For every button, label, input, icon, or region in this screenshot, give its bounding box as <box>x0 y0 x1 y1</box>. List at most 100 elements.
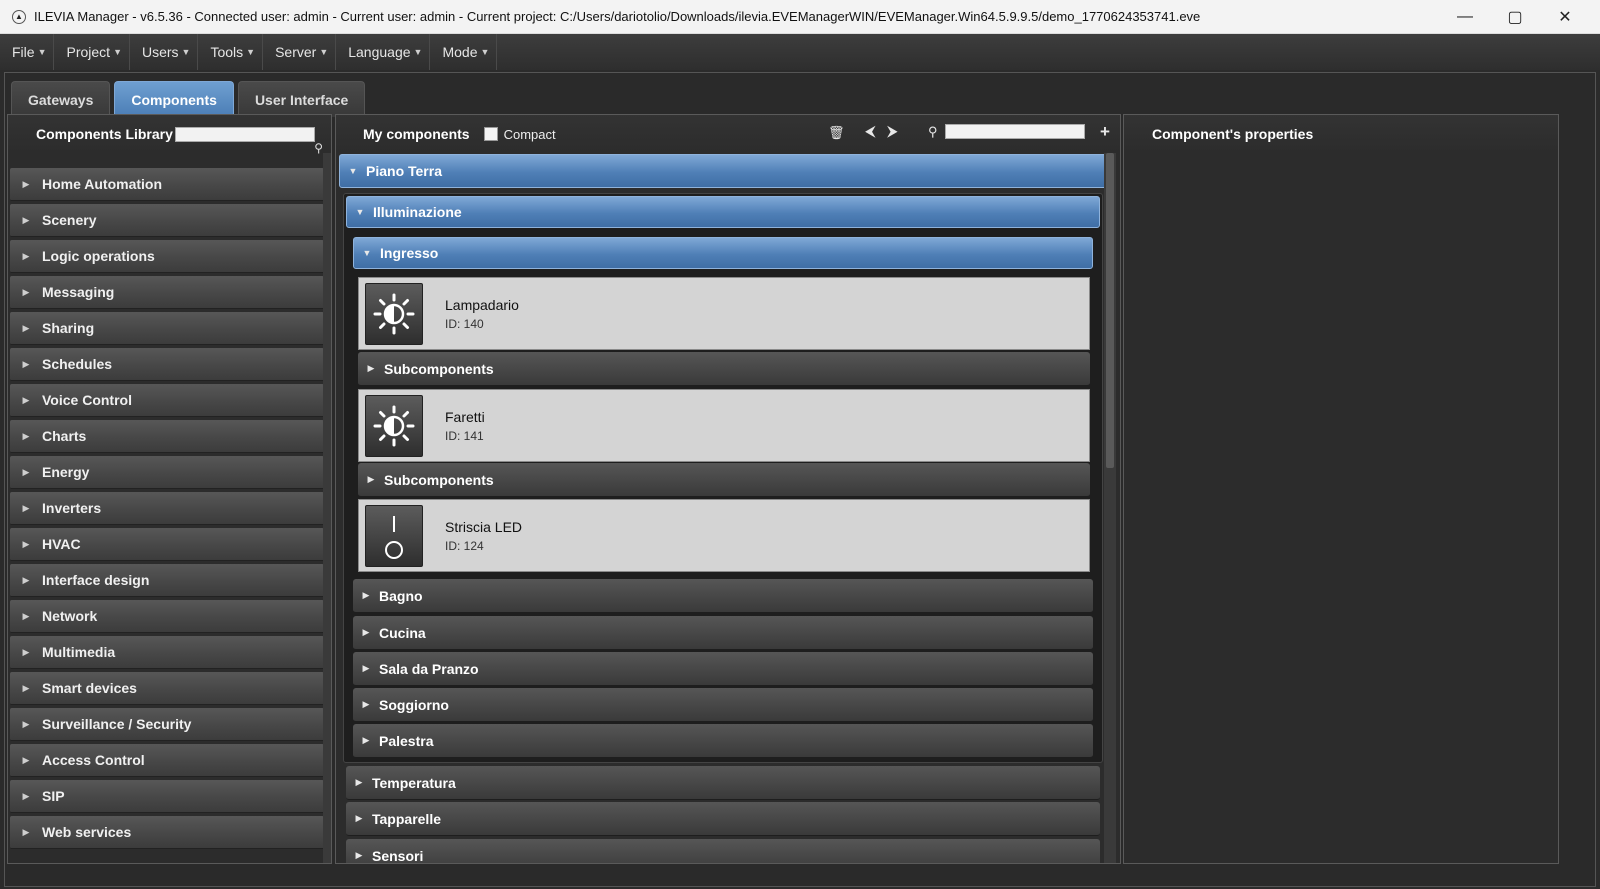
library-item-label: Surveillance / Security <box>42 716 192 732</box>
library-item-scenery[interactable]: ▶ Scenery <box>10 204 324 237</box>
window-title-bar: ▲ ILEVIA Manager - v6.5.36 - Connected u… <box>0 0 1600 34</box>
library-item-label: Home Automation <box>42 176 163 192</box>
sun-icon <box>365 282 423 345</box>
library-item-network[interactable]: ▶ Network <box>10 600 324 633</box>
subcomponents-toggle[interactable]: ▶ Subcomponents <box>358 352 1090 386</box>
library-item-smart-devices[interactable]: ▶ Smart devices <box>10 672 324 705</box>
menu-server[interactable]: Server ▼ <box>263 34 337 70</box>
library-item-schedules[interactable]: ▶ Schedules <box>10 348 324 381</box>
chevron-right-icon: ▶ <box>22 610 30 621</box>
chevron-right-icon: ▶ <box>355 850 363 860</box>
component-name: Lampadario <box>445 296 519 313</box>
menu-users-label: Users <box>141 44 179 60</box>
group-room-label: Soggiorno <box>379 696 449 713</box>
tab-user-interface[interactable]: User Interface <box>237 81 366 117</box>
library-item-web-services[interactable]: ▶ Web services <box>10 816 324 849</box>
library-item-multimedia[interactable]: ▶ Multimedia <box>10 636 324 669</box>
menu-server-label: Server <box>275 44 317 60</box>
menu-project-label: Project <box>66 44 111 60</box>
library-item-sip[interactable]: ▶ SIP <box>10 780 324 813</box>
library-item-label: Scenery <box>42 212 97 228</box>
group-category[interactable]: ▼ Illuminazione <box>346 196 1100 228</box>
compact-checkbox[interactable] <box>483 127 498 141</box>
group-room-label: Ingresso <box>380 245 439 261</box>
component-properties-panel: Component's properties <box>1123 114 1559 864</box>
library-item-label: HVAC <box>42 536 81 552</box>
library-item-label: Messaging <box>42 284 115 300</box>
group-floor[interactable]: ▼ Piano Terra <box>339 154 1107 188</box>
library-item-home-automation[interactable]: ▶ Home Automation <box>10 168 324 201</box>
library-item-interface-design[interactable]: ▶ Interface design <box>10 564 324 597</box>
trash-icon[interactable]: 🗑 <box>828 125 845 141</box>
library-item-inverters[interactable]: ▶ Inverters <box>10 492 324 525</box>
my-components-scrollbar[interactable] <box>1104 153 1116 863</box>
library-item-voice-control[interactable]: ▶ Voice Control <box>10 384 324 417</box>
menu-tools[interactable]: Tools ▼ <box>198 34 264 70</box>
menu-file[interactable]: File ▼ <box>0 34 55 70</box>
library-item-energy[interactable]: ▶ Energy <box>10 456 324 489</box>
component-card[interactable]: Striscia LED ID: 124 <box>358 499 1090 572</box>
menu-users[interactable]: Users ▼ <box>130 34 199 70</box>
library-item-label: Schedules <box>42 356 113 372</box>
menu-language[interactable]: Language ▼ <box>336 34 431 70</box>
library-item-logic-operations[interactable]: ▶ Logic operations <box>10 240 324 273</box>
close-button[interactable]: ✕ <box>1540 0 1590 34</box>
group-category-label: Tapparelle <box>372 810 441 827</box>
group-room-bagno[interactable]: ▶ Bagno <box>353 579 1093 613</box>
group-category-temperatura[interactable]: ▶ Temperatura <box>346 766 1100 800</box>
chevron-down-icon: ▼ <box>319 47 329 57</box>
tab-components[interactable]: Components <box>114 81 234 117</box>
my-components-panel: My components Compact 🗑 ⮜ ⮞ ⚲ + ▼ Piano … <box>335 114 1121 864</box>
chevron-right-icon: ▶ <box>22 358 30 369</box>
group-room-soggiorno[interactable]: ▶ Soggiorno <box>353 688 1093 722</box>
minimize-button[interactable]: — <box>1440 0 1490 34</box>
library-item-sharing[interactable]: ▶ Sharing <box>10 312 324 345</box>
library-item-access-control[interactable]: ▶ Access Control <box>10 744 324 777</box>
library-item-hvac[interactable]: ▶ HVAC <box>10 528 324 561</box>
component-text: Lampadario ID: 140 <box>445 297 519 331</box>
library-item-surveillance-security[interactable]: ▶ Surveillance / Security <box>10 708 324 741</box>
group-room-palestra[interactable]: ▶ Palestra <box>353 724 1093 758</box>
group-category-label: Illuminazione <box>373 204 462 220</box>
menu-language-label: Language <box>348 44 411 60</box>
chevron-down-icon: ▼ <box>413 47 423 57</box>
library-search-input[interactable] <box>174 126 315 142</box>
library-scrollbar[interactable] <box>323 153 331 863</box>
library-item-messaging[interactable]: ▶ Messaging <box>10 276 324 309</box>
subcomponents-label: Subcomponents <box>384 471 494 488</box>
library-title: Components Library <box>36 126 173 142</box>
menu-project[interactable]: Project ▼ <box>54 34 130 70</box>
chevron-right-icon: ▶ <box>367 363 375 373</box>
search-icon[interactable]: ⚲ <box>314 141 323 155</box>
library-item-label: Energy <box>42 464 90 480</box>
group-room-cucina[interactable]: ▶ Cucina <box>353 616 1093 650</box>
chevron-down-icon: ▼ <box>113 47 122 57</box>
library-item-label: Web services <box>42 824 132 840</box>
search-icon[interactable]: ⚲ <box>928 124 938 140</box>
group-room[interactable]: ▼ Ingresso <box>353 237 1093 269</box>
chevron-right-icon: ▶ <box>22 430 30 441</box>
subcomponents-toggle[interactable]: ▶ Subcomponents <box>358 463 1090 497</box>
chevron-down-icon: ▼ <box>348 166 358 176</box>
component-name: Striscia LED <box>445 518 523 535</box>
my-components-search-input[interactable] <box>945 124 1085 139</box>
plus-icon[interactable]: + <box>1100 122 1110 142</box>
chevron-right-icon: ▶ <box>22 646 30 657</box>
group-category-sensori[interactable]: ▶ Sensori <box>346 839 1100 863</box>
chevron-right-icon: ▶ <box>22 574 30 585</box>
library-item-charts[interactable]: ▶ Charts <box>10 420 324 453</box>
chevron-right-icon: ▶ <box>22 538 30 549</box>
maximize-button[interactable]: ▢ <box>1490 0 1540 34</box>
tab-gateways[interactable]: Gateways <box>11 81 111 117</box>
component-card[interactable]: Faretti ID: 141 <box>358 389 1090 462</box>
component-text: Faretti ID: 141 <box>445 409 485 443</box>
component-card[interactable]: Lampadario ID: 140 <box>358 277 1090 350</box>
group-room-sala-da-pranzo[interactable]: ▶ Sala da Pranzo <box>353 652 1093 686</box>
arrow-right-icon[interactable]: ⮞ <box>887 123 898 140</box>
window-title: ILEVIA Manager - v6.5.36 - Connected use… <box>34 9 1201 24</box>
scrollbar-thumb[interactable] <box>1106 153 1114 468</box>
components-library-panel: Components Library ⚲ ▶ Home Automation ▶ S… <box>7 114 332 864</box>
arrow-left-icon[interactable]: ⮜ <box>865 123 876 140</box>
menu-mode[interactable]: Mode ▼ <box>430 34 498 70</box>
group-category-tapparelle[interactable]: ▶ Tapparelle <box>346 802 1100 836</box>
